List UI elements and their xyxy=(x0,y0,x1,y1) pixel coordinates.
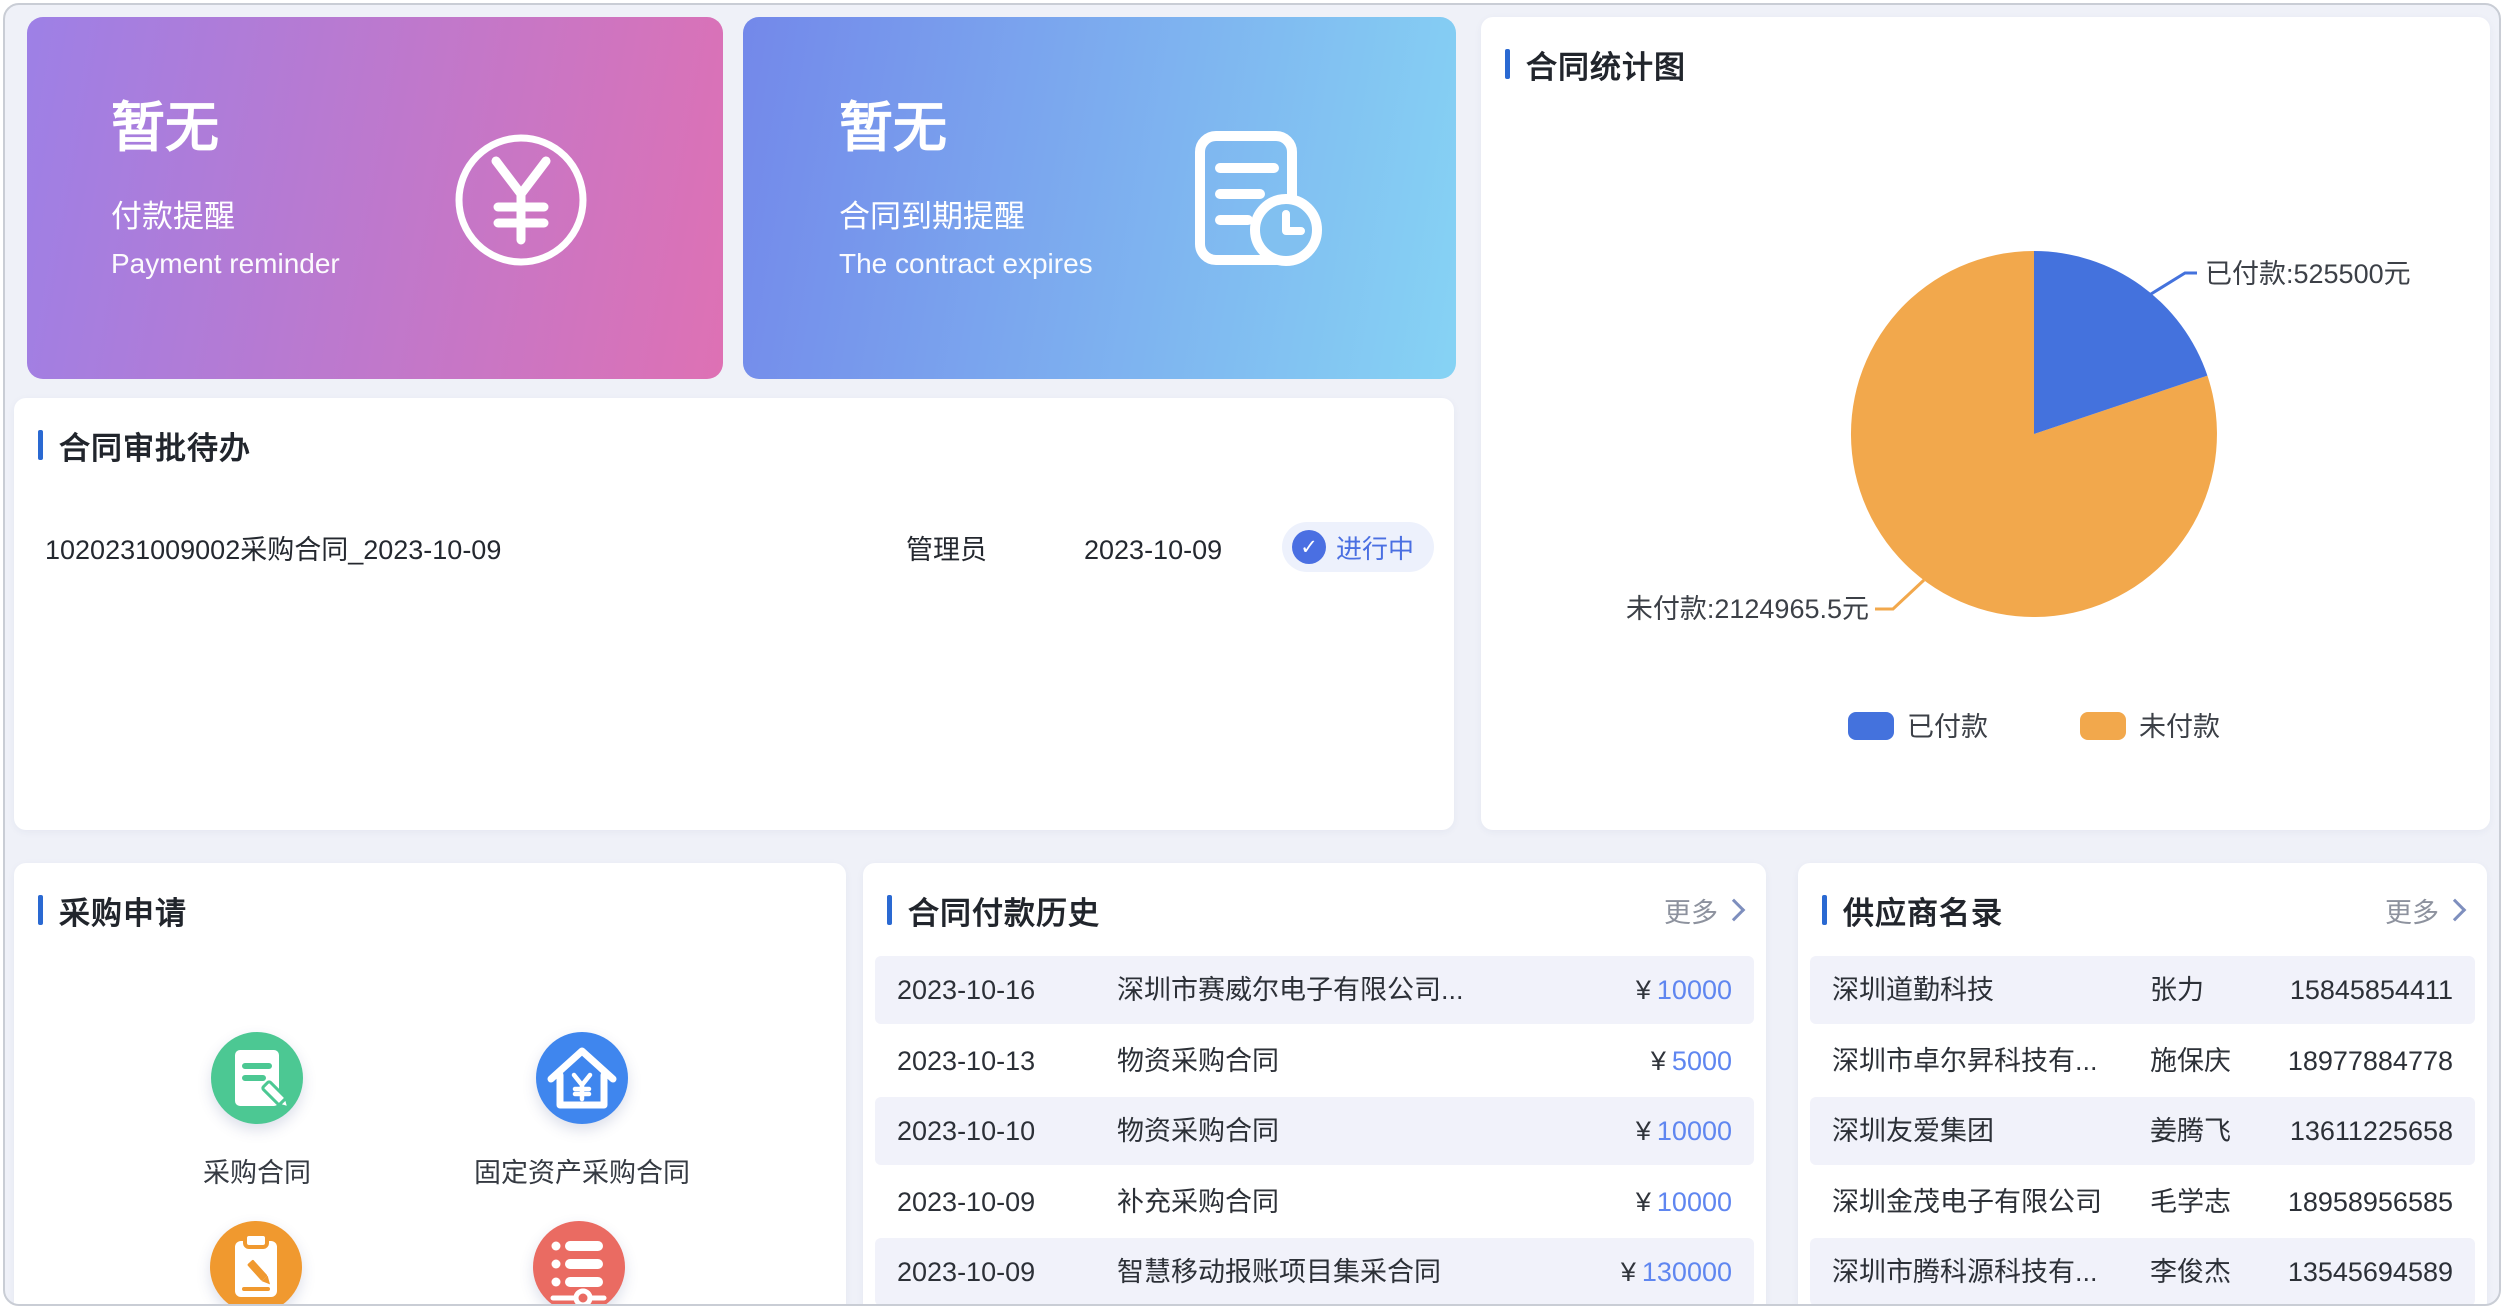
payment-date: 2023-10-10 xyxy=(897,1097,1035,1165)
supplier-contact: 施保庆 xyxy=(2150,1027,2231,1095)
check-circle-icon: ✓ xyxy=(1292,530,1326,564)
payment-date: 2023-10-09 xyxy=(897,1238,1035,1306)
supplier-more-link[interactable]: 更多 xyxy=(2385,891,2463,930)
supplier-directory-panel: 供应商名录 更多 深圳道勤科技 张力 15845854411 深圳市卓尔昇科技有… xyxy=(1798,863,2487,1306)
supplier-row[interactable]: 深圳市腾科源科技有... 李俊杰 13545694589 xyxy=(1810,1238,2475,1306)
contract-clock-icon xyxy=(1180,124,1340,289)
supplier-row[interactable]: 深圳市卓尔昇科技有... 施保庆 18977884778 xyxy=(1810,1027,2475,1095)
expire-card-subtitle: The contract expires xyxy=(839,248,1456,280)
payment-date: 2023-10-09 xyxy=(897,1168,1035,1236)
history-row[interactable]: 2023-10-09 智慧移动报账项目集采合同 ¥130000 xyxy=(875,1238,1754,1306)
payment-amount: ¥10000 xyxy=(1636,1097,1732,1165)
supplier-company: 深圳市卓尔昇科技有... xyxy=(1832,1027,2098,1095)
supplier-row[interactable]: 深圳道勤科技 张力 15845854411 xyxy=(1810,956,2475,1024)
dashboard: 暂无 付款提醒 Payment reminder 暂无 合同到期提醒 The c… xyxy=(3,3,2501,1306)
payment-card-headline: 暂无 xyxy=(111,97,723,159)
supplier-phone: 13611225658 xyxy=(2290,1097,2453,1165)
document-pencil-icon[interactable] xyxy=(211,1032,303,1124)
history-row[interactable]: 2023-10-10 物资采购合同 ¥10000 xyxy=(875,1097,1754,1165)
supplier-contact: 姜腾飞 xyxy=(2150,1097,2231,1165)
payment-amount: ¥5000 xyxy=(1651,1027,1732,1095)
history-panel-title: 合同付款历史 xyxy=(908,888,1100,933)
supplier-phone: 18958956585 xyxy=(2288,1168,2453,1236)
approval-panel-title: 合同审批待办 xyxy=(59,423,251,468)
title-accent-bar xyxy=(1822,895,1827,925)
status-badge: ✓ 进行中 xyxy=(1282,522,1434,572)
payment-card-subtitle: Payment reminder xyxy=(111,248,723,280)
payment-date: 2023-10-16 xyxy=(897,956,1035,1024)
supplier-panel-title: 供应商名录 xyxy=(1843,888,2003,933)
supplier-phone: 15845854411 xyxy=(2290,956,2453,1024)
supplier-company: 深圳友爱集团 xyxy=(1832,1097,1994,1165)
payment-name: 物资采购合同 xyxy=(1117,1027,1279,1095)
shortcut-label: 采购合同 xyxy=(203,1151,311,1190)
chevron-right-icon xyxy=(1723,899,1746,922)
payment-reminder-card: 暂无 付款提醒 Payment reminder xyxy=(27,17,723,379)
purchase-panel-title: 采购申请 xyxy=(59,888,187,933)
history-row[interactable]: 2023-10-13 物资采购合同 ¥5000 xyxy=(875,1027,1754,1095)
purchase-request-panel: 采购申请 采购合同 固定资产采购合同 xyxy=(14,863,846,1306)
history-more-link[interactable]: 更多 xyxy=(1664,891,1742,930)
payment-amount: ¥130000 xyxy=(1621,1238,1732,1306)
approval-date: 2023-10-09 xyxy=(1084,522,1222,578)
supplier-company: 深圳道勤科技 xyxy=(1832,956,1994,1024)
payment-card-title: 付款提醒 xyxy=(111,191,723,236)
payment-amount: ¥10000 xyxy=(1636,956,1732,1024)
contract-pie-chart: 已付款:525500元 未付款:2124965.5元 已付款 未付款 xyxy=(1481,17,2490,830)
contract-expire-card: 暂无 合同到期提醒 The contract expires xyxy=(743,17,1456,379)
legend-swatch-paid[interactable] xyxy=(1848,712,1894,740)
title-accent-bar xyxy=(38,895,43,925)
supplier-contact: 张力 xyxy=(2150,956,2204,1024)
supplier-company: 深圳金茂电子有限公司 xyxy=(1832,1168,2102,1236)
legend-swatch-unpaid[interactable] xyxy=(2080,712,2126,740)
yuan-circle-icon xyxy=(446,125,596,280)
title-accent-bar xyxy=(38,430,43,460)
contract-stats-panel: 合同统计图 已付款:525500元 未付款:2124965.5元 已付款 未付款 xyxy=(1481,17,2490,830)
supplier-company: 深圳市腾科源科技有... xyxy=(1832,1238,2098,1306)
expire-card-headline: 暂无 xyxy=(839,97,1456,159)
supplier-phone: 18977884778 xyxy=(2288,1027,2453,1095)
house-yen-icon[interactable] xyxy=(536,1032,628,1124)
approval-contract-name: 1020231009002采购合同_2023-10-09 xyxy=(45,522,501,578)
approval-row[interactable]: 1020231009002采购合同_2023-10-09 管理员 2023-10… xyxy=(14,522,1454,578)
status-label: 进行中 xyxy=(1336,529,1414,566)
payment-name: 智慧移动报账项目集采合同 xyxy=(1117,1238,1441,1306)
paid-callout-line xyxy=(2151,273,2197,294)
unpaid-callout-label: 未付款:2124965.5元 xyxy=(1626,594,1869,624)
approval-user: 管理员 xyxy=(906,522,987,578)
legend-label-unpaid: 未付款 xyxy=(2139,712,2220,742)
legend-label-paid: 已付款 xyxy=(1907,712,1988,742)
supplier-contact: 毛学志 xyxy=(2150,1168,2231,1236)
unpaid-callout-line xyxy=(1875,580,1924,609)
expire-card-title: 合同到期提醒 xyxy=(839,191,1456,236)
paid-callout-label: 已付款:525500元 xyxy=(2205,259,2411,289)
chevron-right-icon xyxy=(2444,899,2467,922)
server-list-icon[interactable] xyxy=(533,1221,625,1306)
payment-name: 物资采购合同 xyxy=(1117,1097,1279,1165)
clipboard-pencil-icon[interactable] xyxy=(210,1221,302,1306)
history-row[interactable]: 2023-10-16 深圳市赛威尔电子有限公司... ¥10000 xyxy=(875,956,1754,1024)
supplier-row[interactable]: 深圳友爱集团 姜腾飞 13611225658 xyxy=(1810,1097,2475,1165)
supplier-row[interactable]: 深圳金茂电子有限公司 毛学志 18958956585 xyxy=(1810,1168,2475,1236)
payment-name: 深圳市赛威尔电子有限公司... xyxy=(1117,956,1464,1024)
payment-date: 2023-10-13 xyxy=(897,1027,1035,1095)
supplier-contact: 李俊杰 xyxy=(2150,1238,2231,1306)
payment-amount: ¥10000 xyxy=(1636,1168,1732,1236)
history-row[interactable]: 2023-10-09 补充采购合同 ¥10000 xyxy=(875,1168,1754,1236)
contract-approval-panel: 合同审批待办 1020231009002采购合同_2023-10-09 管理员 … xyxy=(14,398,1454,830)
payment-history-panel: 合同付款历史 更多 2023-10-16 深圳市赛威尔电子有限公司... ¥10… xyxy=(863,863,1766,1306)
supplier-phone: 13545694589 xyxy=(2288,1238,2453,1306)
payment-name: 补充采购合同 xyxy=(1117,1168,1279,1236)
shortcut-label: 固定资产采购合同 xyxy=(474,1151,690,1190)
title-accent-bar xyxy=(887,895,892,925)
